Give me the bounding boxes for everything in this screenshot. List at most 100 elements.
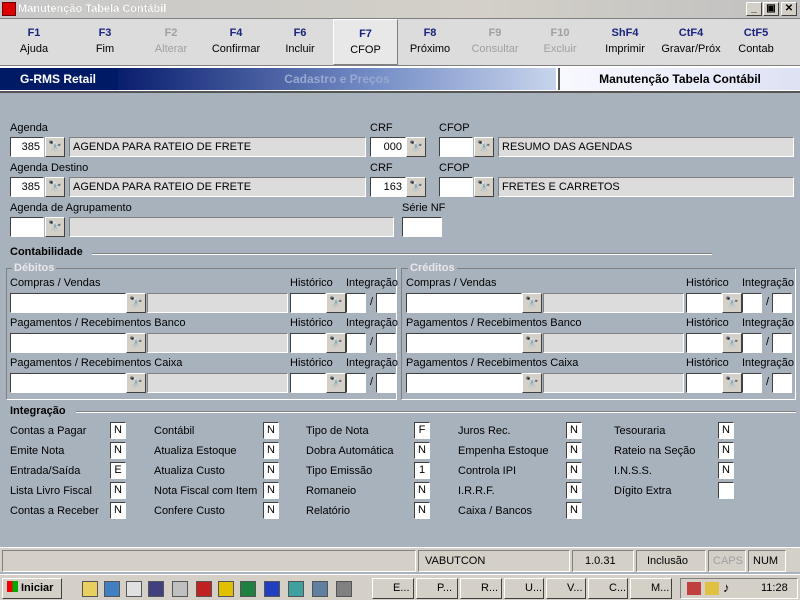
toolbar-ajuda-button[interactable]: F1 Ajuda bbox=[0, 19, 68, 65]
historico-field[interactable] bbox=[290, 293, 326, 313]
binoculars-icon[interactable]: 🔭 bbox=[326, 373, 346, 393]
binoculars-icon[interactable]: 🔭 bbox=[406, 177, 426, 197]
integracao-option-field[interactable]: N bbox=[263, 462, 279, 479]
cfop-field[interactable] bbox=[439, 137, 473, 157]
integracao-field-a[interactable] bbox=[742, 373, 762, 393]
integracao-option-field[interactable]: N bbox=[110, 422, 126, 439]
integracao-option-field[interactable]: N bbox=[110, 482, 126, 499]
historico-field[interactable] bbox=[686, 333, 722, 353]
start-button[interactable]: Iniciar bbox=[2, 578, 62, 599]
task-button[interactable]: P... bbox=[416, 578, 458, 599]
task-button[interactable]: M... bbox=[630, 578, 672, 599]
task-button[interactable]: R... bbox=[460, 578, 502, 599]
quicklaunch-icon[interactable] bbox=[104, 581, 120, 597]
debitos-account-field[interactable] bbox=[10, 293, 126, 313]
toolbar-excluir-button[interactable]: F10 Excluir bbox=[528, 19, 592, 65]
integracao-field-a[interactable] bbox=[742, 333, 762, 353]
toolbar-alterar-button[interactable]: F2 Alterar bbox=[138, 19, 204, 65]
integracao-option-field[interactable]: F bbox=[414, 422, 430, 439]
historico-field[interactable] bbox=[686, 293, 722, 313]
integracao-field-a[interactable] bbox=[346, 293, 366, 313]
quicklaunch-icon[interactable] bbox=[312, 581, 328, 597]
task-button[interactable]: C... bbox=[588, 578, 628, 599]
integracao-field-b[interactable] bbox=[376, 333, 396, 353]
toolbar-fim-button[interactable]: F3 Fim bbox=[72, 19, 138, 65]
integracao-option-field[interactable]: N bbox=[263, 502, 279, 519]
binoculars-icon[interactable]: 🔭 bbox=[326, 293, 346, 313]
quicklaunch-icon[interactable] bbox=[172, 581, 188, 597]
toolbar-cfop-button[interactable]: F7 CFOP bbox=[333, 19, 398, 65]
serie-nf-field[interactable] bbox=[402, 217, 442, 237]
integracao-option-field[interactable]: N bbox=[110, 442, 126, 459]
binoculars-icon[interactable]: 🔭 bbox=[126, 373, 146, 393]
quicklaunch-icon[interactable] bbox=[148, 581, 164, 597]
integracao-field-b[interactable] bbox=[376, 373, 396, 393]
integracao-option-field[interactable]: N bbox=[566, 482, 582, 499]
binoculars-icon[interactable]: 🔭 bbox=[126, 293, 146, 313]
integracao-option-field[interactable] bbox=[718, 482, 734, 499]
agenda-code-field[interactable]: 385 bbox=[10, 137, 44, 157]
binoculars-icon[interactable]: 🔭 bbox=[326, 333, 346, 353]
creditos-account-field[interactable] bbox=[406, 293, 522, 313]
integracao-field-b[interactable] bbox=[772, 373, 792, 393]
toolbar-consultar-button[interactable]: F9 Consultar bbox=[462, 19, 528, 65]
quicklaunch-icon[interactable] bbox=[126, 581, 142, 597]
integracao-option-field[interactable]: N bbox=[566, 462, 582, 479]
quicklaunch-icon[interactable] bbox=[288, 581, 304, 597]
crf-destino-field[interactable]: 163 bbox=[370, 177, 406, 197]
toolbar-proximo-button[interactable]: F8 Próximo bbox=[398, 19, 462, 65]
task-button[interactable]: E... bbox=[372, 578, 414, 599]
integracao-field-b[interactable] bbox=[772, 333, 792, 353]
quicklaunch-icon[interactable] bbox=[82, 581, 98, 597]
integracao-field-a[interactable] bbox=[346, 333, 366, 353]
binoculars-icon[interactable]: 🔭 bbox=[406, 137, 426, 157]
creditos-account-field[interactable] bbox=[406, 373, 522, 393]
minimize-button[interactable]: _ bbox=[746, 2, 762, 16]
debitos-account-field[interactable] bbox=[10, 373, 126, 393]
quicklaunch-icon[interactable] bbox=[196, 581, 212, 597]
historico-field[interactable] bbox=[290, 373, 326, 393]
toolbar-imprimir-button[interactable]: ShF4 Imprimir bbox=[592, 19, 658, 65]
integracao-option-field[interactable]: N bbox=[718, 442, 734, 459]
agenda-destino-code-field[interactable]: 385 bbox=[10, 177, 44, 197]
binoculars-icon[interactable]: 🔭 bbox=[522, 373, 542, 393]
integracao-option-field[interactable]: E bbox=[110, 462, 126, 479]
integracao-option-field[interactable]: N bbox=[718, 422, 734, 439]
debitos-account-field[interactable] bbox=[10, 333, 126, 353]
quicklaunch-icon[interactable] bbox=[218, 581, 234, 597]
integracao-option-field[interactable]: N bbox=[414, 482, 430, 499]
integracao-option-field[interactable]: N bbox=[566, 442, 582, 459]
toolbar-confirmar-button[interactable]: F4 Confirmar bbox=[204, 19, 268, 65]
binoculars-icon[interactable]: 🔭 bbox=[522, 293, 542, 313]
tray-icon[interactable] bbox=[705, 582, 719, 595]
binoculars-icon[interactable]: 🔭 bbox=[45, 137, 65, 157]
integracao-field-b[interactable] bbox=[376, 293, 396, 313]
agrupamento-code-field[interactable] bbox=[10, 217, 44, 237]
task-button[interactable]: V... bbox=[546, 578, 586, 599]
quicklaunch-icon[interactable] bbox=[264, 581, 280, 597]
integracao-option-field[interactable]: N bbox=[414, 442, 430, 459]
integracao-field-a[interactable] bbox=[346, 373, 366, 393]
maximize-button[interactable]: ▣ bbox=[763, 2, 779, 16]
binoculars-icon[interactable]: 🔭 bbox=[45, 217, 65, 237]
binoculars-icon[interactable]: 🔭 bbox=[474, 137, 494, 157]
integracao-option-field[interactable]: N bbox=[414, 502, 430, 519]
integracao-field-b[interactable] bbox=[772, 293, 792, 313]
binoculars-icon[interactable]: 🔭 bbox=[474, 177, 494, 197]
binoculars-icon[interactable]: 🔭 bbox=[722, 373, 742, 393]
creditos-account-field[interactable] bbox=[406, 333, 522, 353]
quicklaunch-icon[interactable] bbox=[336, 581, 352, 597]
integracao-option-field[interactable]: N bbox=[263, 422, 279, 439]
binoculars-icon[interactable]: 🔭 bbox=[722, 293, 742, 313]
integracao-option-field[interactable]: N bbox=[566, 422, 582, 439]
integracao-option-field[interactable]: N bbox=[263, 442, 279, 459]
toolbar-incluir-button[interactable]: F6 Incluir bbox=[268, 19, 332, 65]
historico-field[interactable] bbox=[290, 333, 326, 353]
binoculars-icon[interactable]: 🔭 bbox=[522, 333, 542, 353]
task-button[interactable]: U... bbox=[504, 578, 544, 599]
crf-field[interactable]: 000 bbox=[370, 137, 406, 157]
integracao-option-field[interactable]: N bbox=[566, 502, 582, 519]
integracao-option-field[interactable]: 1 bbox=[414, 462, 430, 479]
speaker-icon[interactable]: ♪ bbox=[723, 580, 730, 595]
binoculars-icon[interactable]: 🔭 bbox=[45, 177, 65, 197]
